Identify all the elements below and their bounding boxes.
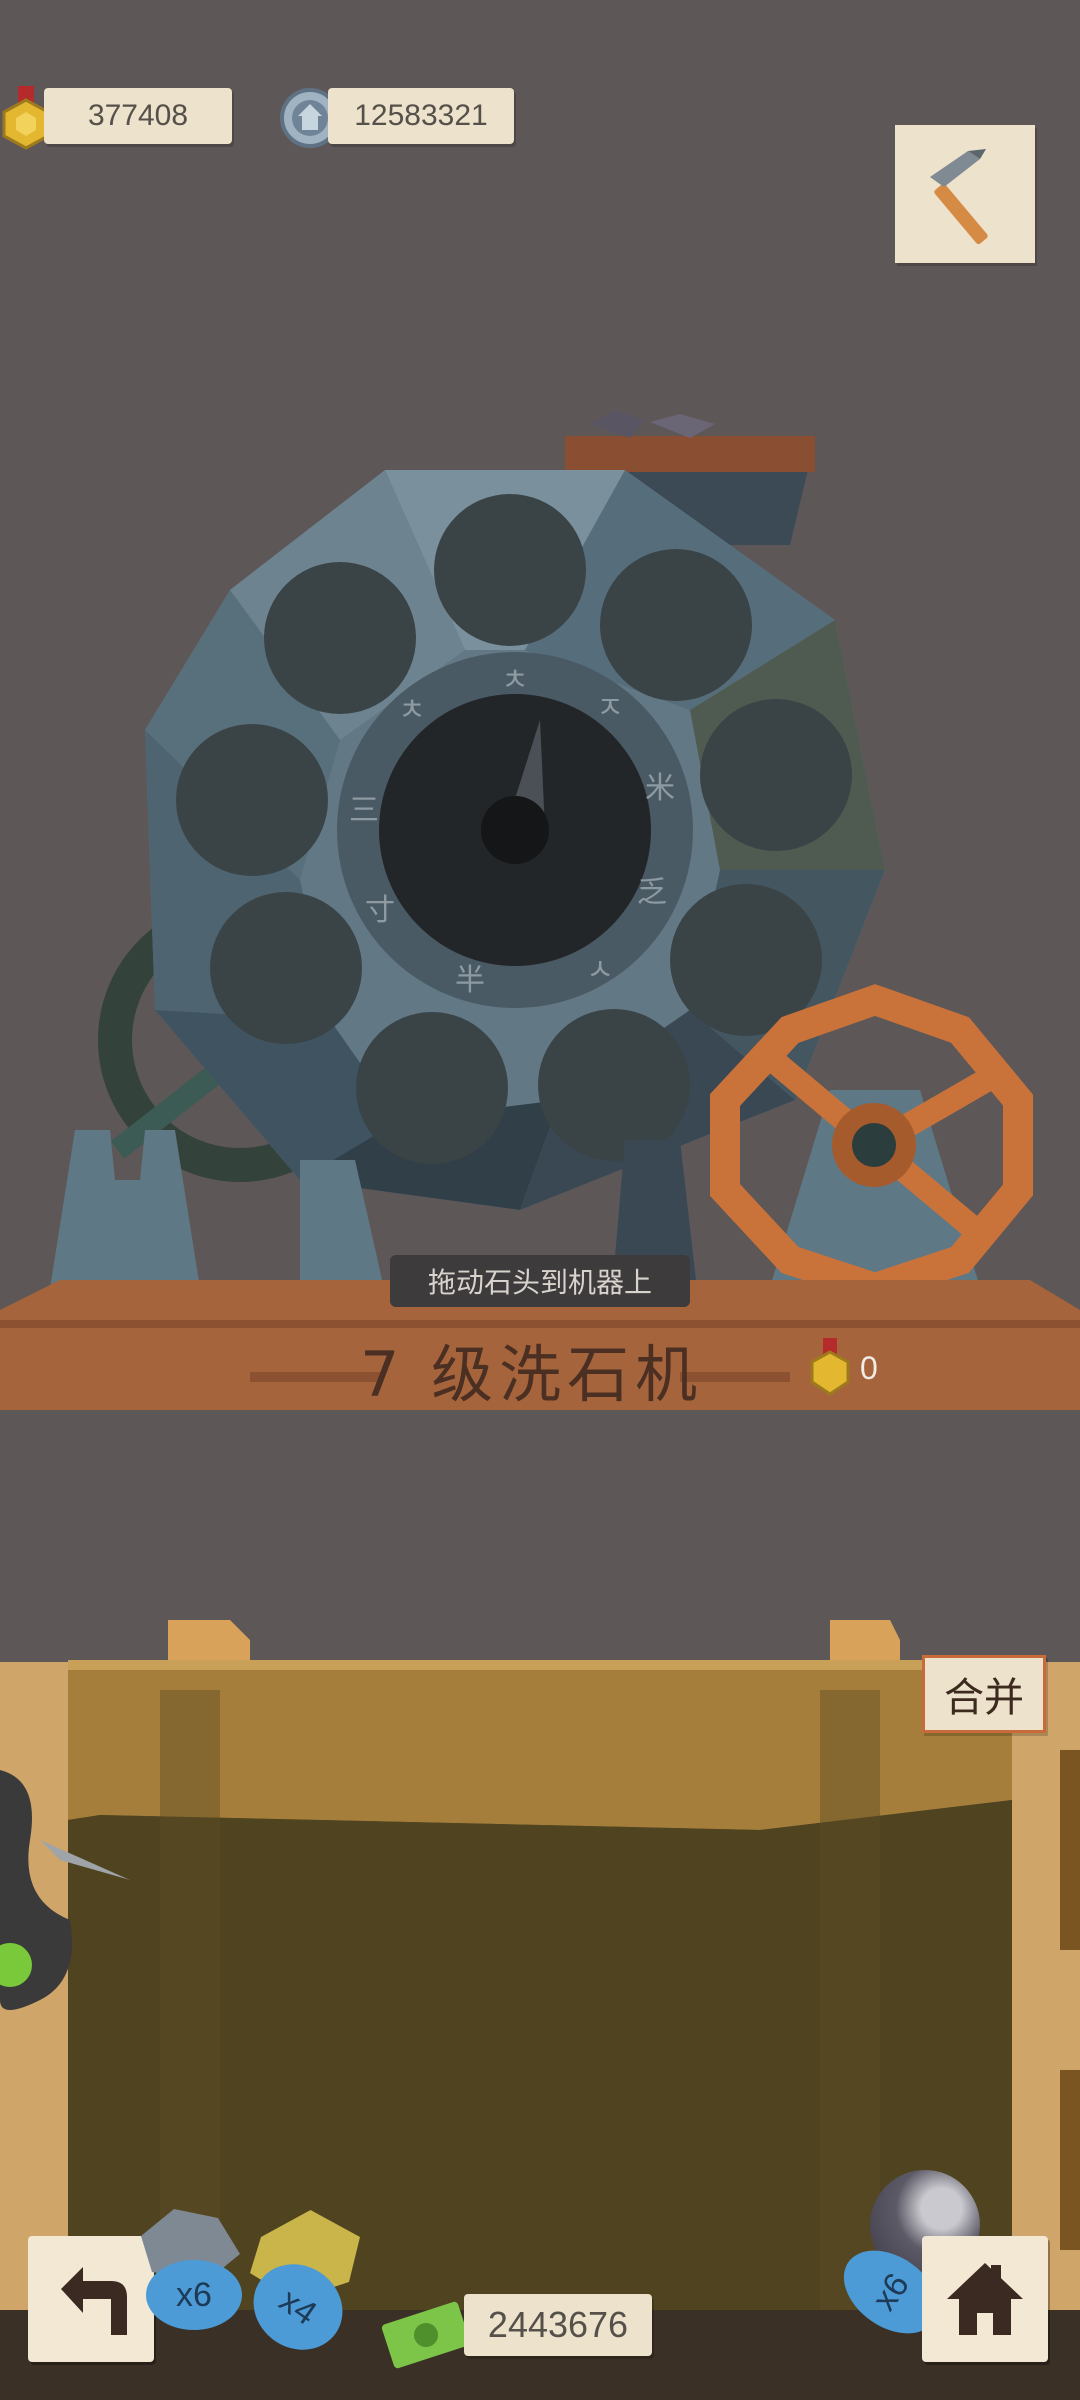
svg-text:ㅅ: ㅅ [586, 953, 614, 988]
dial [337, 652, 693, 1008]
svg-text:寸: 寸 [365, 893, 395, 928]
pickaxe-icon [930, 149, 988, 245]
svg-text:ㅈ: ㅈ [596, 691, 624, 726]
svg-text:三: 三 [349, 793, 379, 828]
stack-count: x6 [864, 2266, 917, 2318]
medal-icon [810, 1338, 850, 1396]
svg-text:乏: 乏 [637, 875, 667, 910]
stack-count: x6 [176, 2275, 212, 2314]
cash-counter: 2443676 [378, 2288, 668, 2369]
drag-hint: 拖动石头到机器上 [390, 1255, 690, 1307]
cash-amount: 2443676 [464, 2294, 652, 2356]
gem-stack-1[interactable]: x6 [100, 2200, 250, 2340]
merge-button[interactable]: 合并 [922, 1655, 1046, 1733]
cash-icon [381, 2301, 471, 2369]
home-button[interactable] [922, 2236, 1048, 2362]
medal-amount: 377408 [44, 88, 232, 144]
machine-medal: 0 [808, 1338, 918, 1398]
stack-count: x4 [272, 2280, 324, 2333]
svg-text:ㅊ: ㅊ [398, 693, 426, 728]
tool-button[interactable] [895, 125, 1035, 263]
stack-badge: x6 [146, 2260, 242, 2330]
medal-counter: 377408 [0, 80, 240, 160]
silver-amount: 12583321 [328, 88, 514, 144]
svg-text:米: 米 [645, 771, 675, 806]
svg-text:ㅊ: ㅊ [501, 663, 529, 698]
silver-counter: 12583321 [278, 84, 518, 164]
machine-level-title: 7 级洗石机 [360, 1338, 704, 1411]
svg-text:半: 半 [455, 963, 485, 998]
merge-label: 合并 [944, 1676, 1024, 1720]
home-icon [947, 2263, 1023, 2335]
machine-medal-count: 0 [860, 1350, 878, 1386]
gem-stack-2[interactable]: x4 [236, 2210, 380, 2367]
